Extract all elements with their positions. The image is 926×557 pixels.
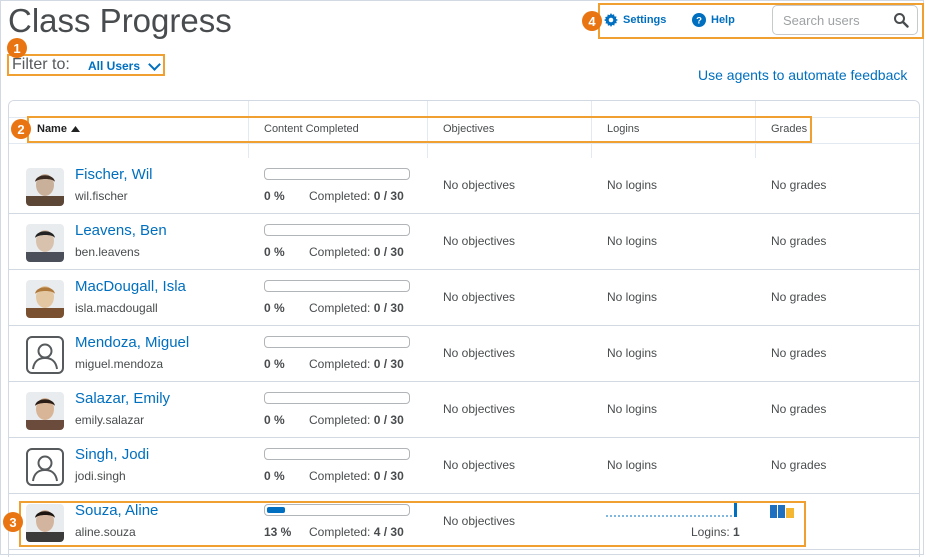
progress-grid: Name Content Completed Objectives Logins… (8, 100, 920, 557)
search-icon[interactable] (893, 12, 909, 28)
grades-value: No grades (771, 234, 827, 248)
logins-value: No logins (607, 346, 658, 360)
objectives-value: No objectives (443, 178, 516, 192)
user-username: emily.salazar (75, 413, 145, 427)
logins-value: No logins (607, 178, 658, 192)
content-percent: 0 % (264, 301, 285, 315)
content-progress-bar (264, 448, 410, 460)
completed-label: Completed: (309, 245, 371, 259)
search-input[interactable] (781, 11, 889, 29)
content-progress-bar (264, 168, 410, 180)
content-percent: 0 % (264, 245, 285, 259)
completed-value: 0 / 30 (373, 245, 404, 259)
search-box (772, 5, 918, 35)
content-progress-bar (264, 224, 410, 236)
user-username: miguel.mendoza (75, 357, 164, 371)
help-label: Help (711, 14, 735, 26)
user-name-link[interactable]: MacDougall, Isla (75, 278, 186, 295)
user-username: ben.leavens (75, 245, 140, 259)
automate-feedback-link[interactable]: Use agents to automate feedback (698, 67, 907, 83)
settings-button[interactable]: Settings (604, 13, 666, 27)
content-percent: 0 % (264, 413, 285, 427)
content-percent: 0 % (264, 189, 285, 203)
logins-value: No logins (607, 290, 658, 304)
completed-value: 0 / 30 (373, 469, 404, 483)
completed-label: Completed: (309, 469, 371, 483)
content-completed: Completed: 0 / 30 (309, 357, 404, 371)
content-completed: Completed: 0 / 30 (309, 469, 404, 483)
logins-value: No logins (607, 402, 658, 416)
user-name-link[interactable]: Mendoza, Miguel (75, 334, 189, 351)
table-row: MacDougall, Isla isla.macdougall 0 % Comple… (9, 270, 919, 326)
completed-value: 0 / 30 (373, 189, 404, 203)
table-row: Mendoza, Miguel miguel.mendoza 0 % Complete… (9, 326, 919, 382)
completed-value: 0 / 30 (373, 357, 404, 371)
completed-label: Completed: (309, 357, 371, 371)
page-title: Class Progress (8, 2, 232, 39)
user-username: wil.fischer (75, 189, 128, 203)
user-username: isla.macdougall (75, 301, 158, 315)
objectives-value: No objectives (443, 290, 516, 304)
completed-label: Completed: (309, 189, 371, 203)
completed-label: Completed: (309, 413, 371, 427)
objectives-value: No objectives (443, 402, 516, 416)
content-completed: Completed: 0 / 30 (309, 413, 404, 427)
gear-icon (604, 13, 618, 27)
grades-value: No grades (771, 346, 827, 360)
user-name-link[interactable]: Fischer, Wil (75, 166, 153, 183)
avatar (26, 168, 64, 206)
filter-dropdown[interactable]: All Users (88, 57, 161, 73)
grades-value: No grades (771, 290, 827, 304)
settings-label: Settings (623, 14, 667, 26)
content-progress-bar (264, 392, 410, 404)
callout-2: 2 (11, 119, 31, 139)
user-username: jodi.singh (75, 469, 126, 483)
help-button[interactable]: ? Help (692, 13, 735, 27)
logins-value: No logins (607, 234, 658, 248)
table-row: Singh, Jodi jodi.singh 0 % Completed: 0 / 3… (9, 438, 919, 494)
callout-4: 4 (582, 11, 602, 31)
svg-text:?: ? (696, 16, 702, 27)
user-name-link[interactable]: Singh, Jodi (75, 446, 149, 463)
objectives-value: No objectives (443, 458, 516, 472)
filter-label: Filter to: (12, 56, 70, 73)
completed-value: 0 / 30 (373, 413, 404, 427)
user-placeholder-icon (26, 448, 64, 486)
avatar (26, 392, 64, 430)
grades-value: No grades (771, 178, 827, 192)
objectives-value: No objectives (443, 234, 516, 248)
callout-1: 1 (7, 38, 27, 58)
table-row: Leavens, Ben ben.leavens 0 % Completed: 0 /… (9, 214, 919, 270)
table-row: Salazar, Emily emily.salazar 0 % Completed:… (9, 382, 919, 438)
completed-label: Completed: (309, 301, 371, 315)
objectives-value: No objectives (443, 346, 516, 360)
content-completed: Completed: 0 / 30 (309, 189, 404, 203)
avatar (26, 224, 64, 262)
user-name-link[interactable]: Leavens, Ben (75, 222, 167, 239)
header-highlight (27, 116, 812, 143)
content-completed: Completed: 0 / 30 (309, 245, 404, 259)
content-progress-bar (264, 280, 410, 292)
content-completed: Completed: 0 / 30 (309, 301, 404, 315)
completed-value: 0 / 30 (373, 301, 404, 315)
user-placeholder-icon (26, 336, 64, 374)
grades-value: No grades (771, 402, 827, 416)
content-progress-bar (264, 336, 410, 348)
grades-value: No grades (771, 458, 827, 472)
callout-3: 3 (3, 512, 23, 532)
logins-value: No logins (607, 458, 658, 472)
user-name-link[interactable]: Salazar, Emily (75, 390, 170, 407)
content-percent: 0 % (264, 469, 285, 483)
help-icon: ? (692, 13, 706, 27)
filter-selected-value: All Users (88, 59, 141, 73)
table-row: Fischer, Wil wil.fischer 0 % Completed: 0 /… (9, 158, 919, 214)
avatar (26, 280, 64, 318)
content-percent: 0 % (264, 357, 285, 371)
row-highlight (19, 501, 806, 547)
chevron-down-icon (148, 57, 161, 71)
